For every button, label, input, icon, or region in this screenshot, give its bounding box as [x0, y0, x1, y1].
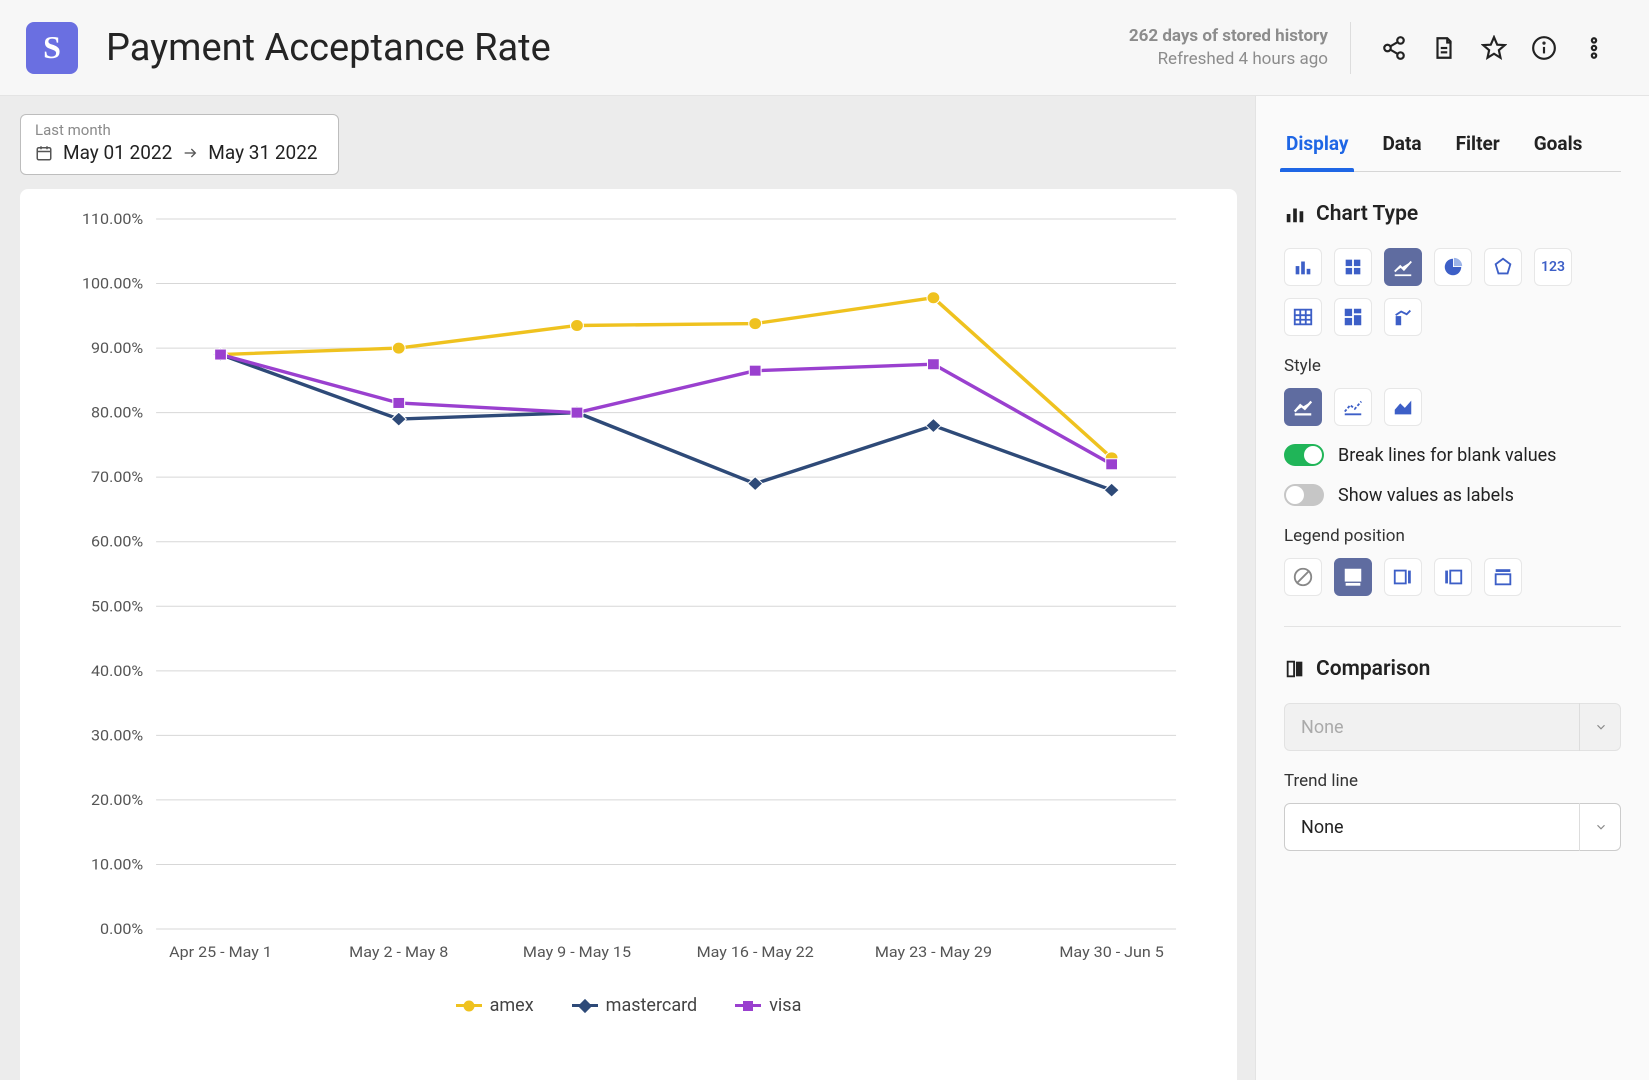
svg-text:60.00%: 60.00% — [91, 533, 143, 550]
svg-text:20.00%: 20.00% — [91, 791, 143, 808]
app-logo: S — [26, 22, 78, 74]
more-button[interactable] — [1569, 23, 1619, 73]
history-info: 262 days of stored history Refreshed 4 h… — [1129, 25, 1328, 71]
chart-card: 0.00% 10.00% 20.00% 30.00% 40.00% 50.00% 60.00… — [20, 189, 1237, 1080]
svg-text:100.00%: 100.00% — [82, 275, 143, 292]
star-icon — [1481, 35, 1507, 61]
style-line[interactable] — [1284, 388, 1322, 426]
svg-text:Apr 25 - May 1: Apr 25 - May 1 — [169, 944, 272, 961]
app-header: S Payment Acceptance Rate 262 days of st… — [0, 0, 1649, 96]
chart-plot[interactable]: 0.00% 10.00% 20.00% 30.00% 40.00% 50.00% 60.00… — [38, 209, 1219, 989]
style-label: Style — [1284, 356, 1621, 376]
chart-type-number[interactable]: 123 — [1534, 248, 1572, 286]
toggle-show-values[interactable] — [1284, 484, 1324, 506]
svg-text:80.00%: 80.00% — [91, 404, 143, 421]
chart-type-grid[interactable] — [1334, 298, 1372, 336]
legend-item-mastercard[interactable]: mastercard — [572, 995, 698, 1016]
svg-text:May 9 - May 15: May 9 - May 15 — [523, 944, 631, 961]
tab-display[interactable]: Display — [1284, 118, 1350, 171]
main-area: Last month May 01 2022 May 31 2022 0.00%… — [0, 96, 1255, 1080]
calendar-icon — [35, 144, 53, 162]
chart-type-combo[interactable] — [1384, 298, 1422, 336]
info-icon — [1531, 35, 1557, 61]
more-vertical-icon — [1581, 35, 1607, 61]
divider — [1350, 22, 1351, 74]
svg-text:70.00%: 70.00% — [91, 469, 143, 486]
svg-text:0.00%: 0.00% — [100, 921, 143, 938]
svg-text:50.00%: 50.00% — [91, 598, 143, 615]
info-button[interactable] — [1519, 23, 1569, 73]
style-dashed[interactable] — [1334, 388, 1372, 426]
bar-chart-icon — [1284, 203, 1306, 225]
share-button[interactable] — [1369, 23, 1419, 73]
arrow-right-icon — [182, 145, 198, 161]
legend-pos-left[interactable] — [1434, 558, 1472, 596]
svg-text:May 2 - May 8: May 2 - May 8 — [349, 944, 448, 961]
legend-item-amex[interactable]: amex — [456, 995, 534, 1016]
style-area[interactable] — [1384, 388, 1422, 426]
trend-line-label: Trend line — [1284, 771, 1621, 791]
svg-text:110.00%: 110.00% — [82, 211, 143, 228]
svg-text:90.00%: 90.00% — [91, 340, 143, 357]
legend-pos-top[interactable] — [1484, 558, 1522, 596]
trend-line-select[interactable]: None — [1284, 803, 1621, 851]
legend-pos-right[interactable] — [1384, 558, 1422, 596]
chevron-down-icon — [1579, 803, 1621, 851]
divider — [1284, 626, 1621, 627]
tab-filter[interactable]: Filter — [1454, 118, 1502, 171]
legend-pos-none[interactable] — [1284, 558, 1322, 596]
chart-type-table[interactable] — [1284, 298, 1322, 336]
svg-text:30.00%: 30.00% — [91, 727, 143, 744]
settings-sidebar: Display Data Filter Goals Chart Type 123 St… — [1255, 96, 1649, 1080]
svg-text:10.00%: 10.00% — [91, 856, 143, 873]
document-icon — [1431, 35, 1457, 61]
chart-type-stacked[interactable] — [1334, 248, 1372, 286]
toggle-break-lines[interactable] — [1284, 444, 1324, 466]
svg-text:May 30 - Jun 5: May 30 - Jun 5 — [1059, 944, 1164, 961]
comparison-select[interactable]: None — [1284, 703, 1621, 751]
chart-legend: amex mastercard visa — [38, 995, 1219, 1016]
svg-text:May 23 - May 29: May 23 - May 29 — [875, 944, 992, 961]
tab-goals[interactable]: Goals — [1532, 118, 1585, 171]
date-range-label: Last month — [35, 121, 318, 139]
chevron-down-icon — [1579, 703, 1621, 751]
date-range-picker[interactable]: Last month May 01 2022 May 31 2022 — [20, 114, 339, 175]
date-to: May 31 2022 — [208, 141, 317, 164]
legend-item-visa[interactable]: visa — [735, 995, 801, 1016]
sidebar-tabs: Display Data Filter Goals — [1284, 118, 1621, 172]
chart-type-radar[interactable] — [1484, 248, 1522, 286]
chart-type-line[interactable] — [1384, 248, 1422, 286]
compare-icon — [1284, 658, 1306, 680]
favorite-button[interactable] — [1469, 23, 1519, 73]
svg-text:May 16 - May 22: May 16 - May 22 — [697, 944, 814, 961]
chart-type-heading: Chart Type — [1284, 202, 1621, 226]
export-button[interactable] — [1419, 23, 1469, 73]
legend-position-label: Legend position — [1284, 526, 1621, 546]
chart-type-pie[interactable] — [1434, 248, 1472, 286]
toggle-break-lines-label: Break lines for blank values — [1338, 445, 1556, 466]
toggle-show-values-label: Show values as labels — [1338, 485, 1514, 506]
date-from: May 01 2022 — [63, 141, 172, 164]
comparison-heading: Comparison — [1284, 657, 1621, 681]
svg-text:40.00%: 40.00% — [91, 662, 143, 679]
chart-type-bar[interactable] — [1284, 248, 1322, 286]
share-icon — [1381, 35, 1407, 61]
page-title: Payment Acceptance Rate — [106, 26, 551, 70]
tab-data[interactable]: Data — [1380, 118, 1423, 171]
legend-pos-bottom[interactable] — [1334, 558, 1372, 596]
